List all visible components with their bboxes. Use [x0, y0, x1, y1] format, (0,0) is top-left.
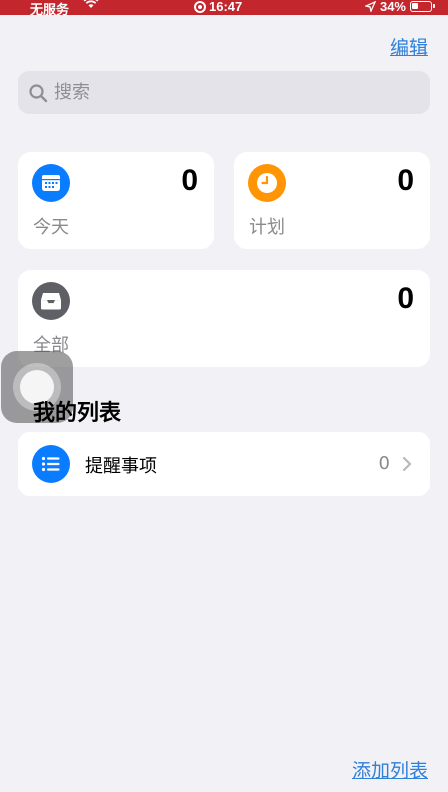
my-lists-title: 我的列表: [33, 401, 122, 426]
screen-recording-icon: [194, 0, 206, 13]
calendar-icon: [32, 164, 70, 202]
search-input[interactable]: [54, 82, 414, 103]
scheduled-label: 计划: [249, 217, 285, 238]
list-item-name: 提醒事项: [85, 456, 157, 477]
battery-icon: [410, 1, 435, 12]
search-bar[interactable]: [18, 71, 430, 114]
list-item-count: 0: [378, 453, 390, 474]
today-count: 0: [181, 164, 198, 197]
tray-icon: [32, 282, 70, 320]
today-label: 今天: [33, 217, 69, 238]
scheduled-count: 0: [397, 164, 414, 197]
location-icon: [364, 1, 376, 12]
wifi-icon: [83, 0, 99, 8]
list-icon: [32, 445, 70, 483]
scheduled-card[interactable]: 0 计划: [234, 152, 430, 249]
add-list-button[interactable]: 添加列表: [352, 756, 428, 783]
search-icon: [29, 83, 48, 102]
clock-icon: [248, 164, 286, 202]
list-item-reminders[interactable]: 提醒事项 0: [18, 432, 430, 496]
reminders-screen: 无服务 16:47 34% 编辑 搜索 0 今天 0 计划 0 全部 我的列表 …: [0, 0, 448, 792]
status-right: 34%: [364, 0, 435, 14]
all-card[interactable]: 0 全部: [18, 270, 430, 367]
all-count: 0: [397, 282, 414, 315]
edit-button[interactable]: 编辑: [390, 33, 428, 60]
status-time: 16:47: [209, 0, 243, 14]
status-bar: 无服务 16:47 34%: [0, 0, 448, 17]
today-card[interactable]: 0 今天: [18, 152, 214, 249]
chevron-right-icon: [402, 456, 412, 472]
battery-percent: 34%: [379, 0, 406, 14]
status-center: 16:47: [194, 0, 242, 14]
carrier-label: 无服务: [30, 2, 70, 17]
